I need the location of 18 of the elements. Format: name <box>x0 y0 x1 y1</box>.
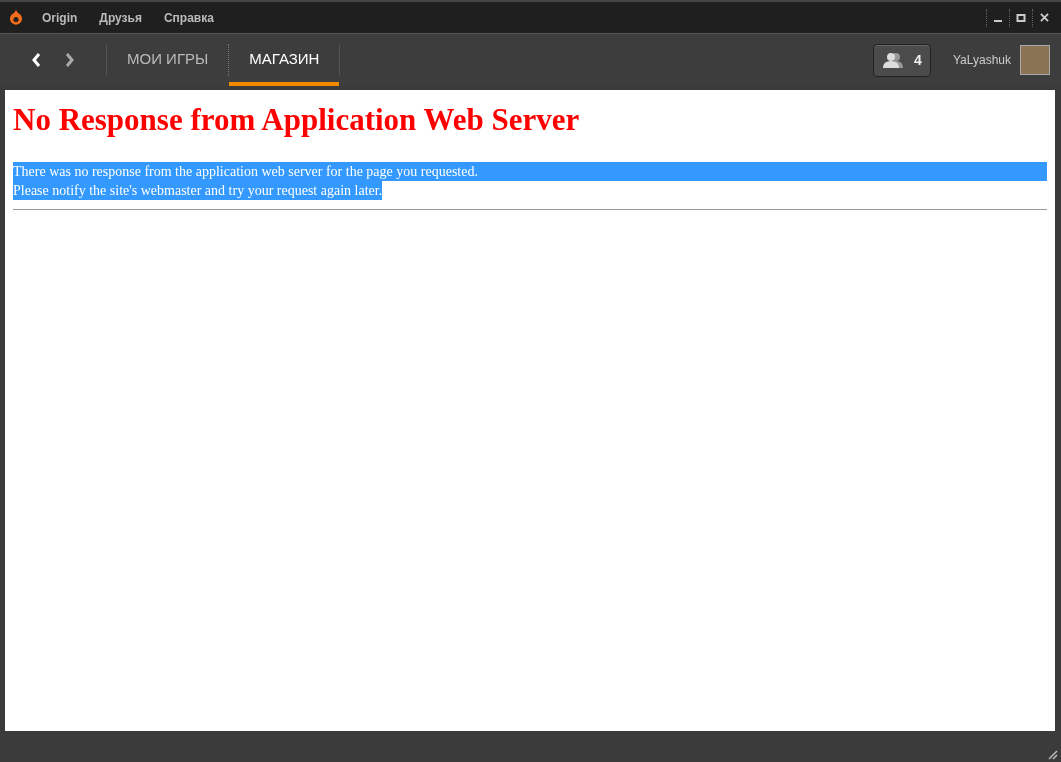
logo-icon <box>9 9 23 26</box>
close-icon <box>1039 13 1049 22</box>
username[interactable]: YaLyashuk <box>952 53 1011 67</box>
menu-item[interactable]: Друзья <box>99 10 142 25</box>
friends-button[interactable]: 4 <box>872 43 931 77</box>
people-icon <box>882 52 905 68</box>
error-message: Please notify the site's webmaster and try your request again later. <box>13 181 383 200</box>
maximize-icon <box>1016 12 1026 23</box>
nav-tab[interactable]: МАГАЗИН <box>229 34 340 86</box>
chevron-left-icon <box>31 53 41 67</box>
nav-tab[interactable]: МОИ ИГРЫ <box>107 34 229 86</box>
minimize-icon <box>994 19 1002 22</box>
error-message: There was no response from the application web server for the page you requested. <box>13 162 1047 181</box>
chevron-right-icon <box>65 53 75 67</box>
menu-item[interactable]: Справка <box>163 10 214 25</box>
menu-item[interactable]: Origin <box>42 10 78 25</box>
error-heading: No Response from Application Web Server <box>13 102 581 138</box>
resize-grip-icon[interactable] <box>1046 748 1058 760</box>
